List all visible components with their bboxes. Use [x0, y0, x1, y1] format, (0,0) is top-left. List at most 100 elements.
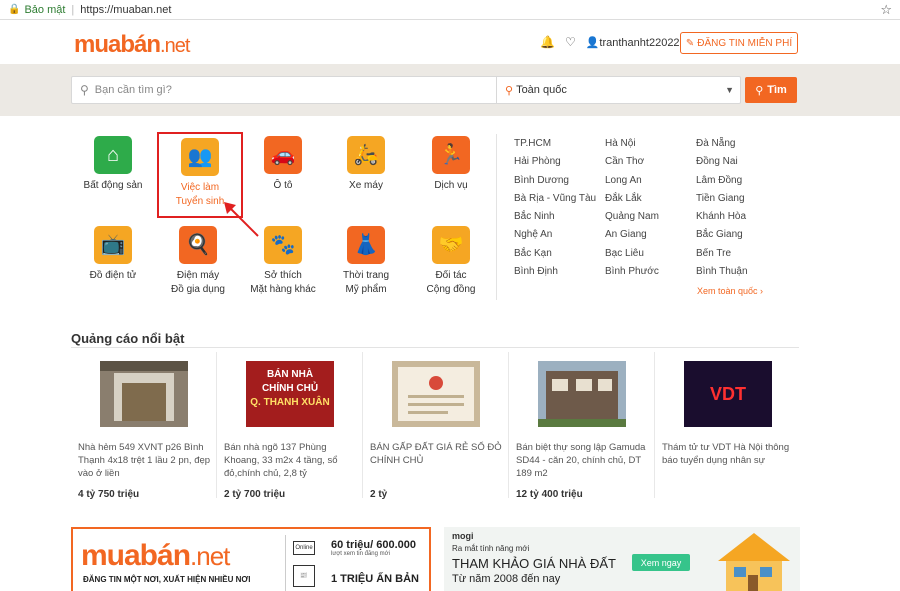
province-link[interactable]: An Giang — [605, 228, 700, 246]
banner-line: Từ năm 2008 đến nay — [452, 573, 561, 585]
banner-logo: muabán.net — [81, 539, 230, 572]
province-link[interactable]: Nghệ An — [514, 228, 609, 246]
province-link[interactable]: Bình Định — [514, 265, 609, 283]
bookmark-star-icon[interactable]: ☆ — [880, 2, 892, 18]
location-pin-icon: ⚲ — [505, 84, 514, 97]
province-link[interactable]: Bắc Giang — [696, 228, 791, 246]
mogi-logo: mogi — [452, 531, 474, 541]
view-now-button[interactable]: Xem ngay — [632, 554, 690, 571]
province-link[interactable]: Đắk Lắk — [605, 192, 700, 210]
ad-title: Nhà hẻm 549 XVNT p26 Bình Thạnh 4x18 trệ… — [78, 442, 211, 479]
banner-headline: THAM KHẢO GIÁ NHÀ ĐẤT — [452, 556, 616, 571]
search-icon: ⚲ — [80, 83, 89, 97]
province-link[interactable]: Hải Phòng — [514, 155, 609, 173]
ad-price: 4 tỷ 750 triệu — [78, 489, 140, 500]
ad-title: Bán nhà ngõ 137 Phùng Khoang, 33 m2x 4 t… — [224, 442, 338, 479]
province-link[interactable]: Cần Thơ — [605, 155, 700, 173]
category-cars[interactable]: 🚗 Ô tô — [240, 132, 326, 193]
banner-stat: 60 triệu/ 600.000 — [331, 539, 417, 551]
appliance-icon: 🍳 — [179, 226, 217, 264]
ad-card[interactable]: BÁN GẤP ĐẤT GIÁ RẺ SỔ ĐỎ CHÍNH CHỦ 2 tỷ — [363, 352, 509, 500]
post-free-ad-button[interactable]: ✎ ĐĂNG TIN MIỄN PHÍ — [680, 32, 798, 54]
location-select[interactable]: ⚲ Toàn quốc ▼ — [496, 77, 742, 103]
search-icon: ⚲ — [755, 84, 764, 97]
province-link[interactable]: Tiền Giang — [696, 192, 791, 210]
annotation-arrow — [224, 202, 259, 237]
heart-icon[interactable]: ♡ — [565, 35, 576, 49]
car-icon: 🚗 — [264, 136, 302, 174]
province-link[interactable]: Bến Tre — [696, 247, 791, 265]
secure-label: Bảo mật — [24, 3, 66, 16]
province-column: Đà Nẵng Đồng Nai Lâm Đồng Tiền Giang Khá… — [696, 137, 791, 283]
url-text[interactable]: https://muaban.net — [80, 4, 171, 16]
category-real-estate[interactable]: ⌂ Bất động sản — [70, 132, 156, 193]
header-icons: 🔔 ♡ 👤tranthanht22022... — [540, 35, 689, 49]
featured-title: Quảng cáo nổi bật — [71, 331, 185, 346]
category-partners[interactable]: 🤝 Đối tác Cộng đồng — [408, 222, 494, 297]
ad-image — [392, 361, 480, 427]
province-column: TP.HCM Hải Phòng Bình Dương Bà Rịa - Vũn… — [514, 137, 609, 283]
ad-card[interactable]: VDT Thám tử tư VDT Hà Nội thông báo tuyể… — [655, 352, 801, 498]
online-icon: Online — [293, 541, 315, 555]
muaban-promo-banner[interactable]: muabán.net ĐĂNG TIN MỘT NƠI, XUẤT HIỆN N… — [71, 527, 431, 591]
banner-stat-caption: lượt xem tin đăng mới — [331, 551, 390, 557]
dress-icon: 👗 — [347, 226, 385, 264]
province-link[interactable]: TP.HCM — [514, 137, 609, 155]
province-link[interactable]: Bà Rịa - Vũng Tàu — [514, 192, 609, 210]
province-link[interactable]: Khánh Hòa — [696, 210, 791, 228]
category-electronics[interactable]: 📺 Đồ điện tử — [70, 222, 156, 283]
user-menu[interactable]: 👤tranthanht22022... — [586, 36, 689, 49]
province-link[interactable]: Hà Nội — [605, 137, 700, 155]
ad-price: 2 tỷ 700 triệu — [224, 489, 286, 500]
view-all-provinces-link[interactable]: Xem toàn quốc › — [697, 286, 763, 296]
province-link[interactable]: Quảng Nam — [605, 210, 700, 228]
ad-card[interactable]: Nhà hẻm 549 XVNT p26 Bình Thạnh 4x18 trệ… — [71, 352, 217, 500]
mogi-promo-banner[interactable]: mogi Ra mắt tính năng mới THAM KHẢO GIÁ … — [444, 527, 800, 591]
category-motorbikes[interactable]: 🛵 Xe máy — [323, 132, 409, 193]
ad-title: BÁN GẤP ĐẤT GIÁ RẺ SỔ ĐỎ CHÍNH CHỦ — [370, 442, 502, 466]
ad-image: VDT — [684, 361, 772, 427]
province-link[interactable]: Bạc Liêu — [605, 247, 700, 265]
tv-icon: 📺 — [94, 226, 132, 264]
ad-title: Thám tử tư VDT Hà Nội thông báo tuyển dụ… — [662, 442, 790, 466]
banner-tagline: ĐĂNG TIN MỘT NƠI, XUẤT HIỆN NHIỀU NƠI — [83, 575, 251, 584]
chevron-down-icon: ▼ — [725, 85, 734, 95]
newspaper-icon: 📰 — [293, 565, 315, 587]
ad-card[interactable]: Bán biệt thự song lập Gamuda SD44 - căn … — [509, 352, 655, 500]
divider — [496, 134, 497, 300]
house-illustration — [718, 533, 790, 591]
category-fashion[interactable]: 👗 Thời trang Mỹ phẩm — [323, 222, 409, 297]
search-input[interactable]: Bạn cần tìm gì? — [95, 84, 495, 96]
bell-icon[interactable]: 🔔 — [540, 35, 555, 49]
province-link[interactable]: Lâm Đồng — [696, 174, 791, 192]
category-grid: ⌂ Bất động sản 👥 Việc làm Tuyển sinh 🚗 Ô… — [70, 132, 490, 302]
search-box: ⚲ Bạn cần tìm gì? ⚲ Toàn quốc ▼ — [71, 76, 741, 104]
province-link[interactable]: Long An — [605, 174, 700, 192]
featured-ads: Nhà hẻm 549 XVNT p26 Bình Thạnh 4x18 trệ… — [71, 352, 801, 500]
runner-icon: 🏃 — [432, 136, 470, 174]
ad-price: 12 tỷ 400 triệu — [516, 489, 583, 500]
province-column: Hà Nội Cần Thơ Long An Đắk Lắk Quảng Nam… — [605, 137, 700, 283]
search-button[interactable]: ⚲ Tìm — [745, 77, 797, 103]
province-link[interactable]: Bình Thuận — [696, 265, 791, 283]
lock-icon: 🔒 — [8, 4, 21, 15]
province-link[interactable]: Bình Phước — [605, 265, 700, 283]
province-link[interactable]: Bắc Ninh — [514, 210, 609, 228]
province-link[interactable]: Bắc Kạn — [514, 247, 609, 265]
handshake-icon: 🤝 — [432, 226, 470, 264]
province-link[interactable]: Đồng Nai — [696, 155, 791, 173]
divider — [71, 347, 799, 348]
search-section: ⚲ Bạn cần tìm gì? ⚲ Toàn quốc ▼ ⚲ Tìm — [0, 64, 900, 116]
site-logo[interactable]: muabán.net — [74, 31, 190, 59]
house-icon: ⌂ — [94, 136, 132, 174]
site-header: muabán.net 🔔 ♡ 👤tranthanht22022... ✎ ĐĂN… — [0, 20, 900, 64]
ad-card[interactable]: BÁN NHÀ CHÍNH CHỦ Q. THANH XUÂN Bán nhà … — [217, 352, 363, 500]
user-icon: 👤 — [585, 36, 600, 49]
ad-price: 2 tỷ — [370, 489, 388, 500]
province-link[interactable]: Đà Nẵng — [696, 137, 791, 155]
province-link[interactable]: Bình Dương — [514, 174, 609, 192]
people-icon: 👥 — [181, 138, 219, 176]
username: tranthanht22022... — [599, 36, 689, 49]
address-bar[interactable]: 🔒 Bảo mật | https://muaban.net ☆ — [0, 0, 900, 20]
category-services[interactable]: 🏃 Dịch vụ — [408, 132, 494, 193]
